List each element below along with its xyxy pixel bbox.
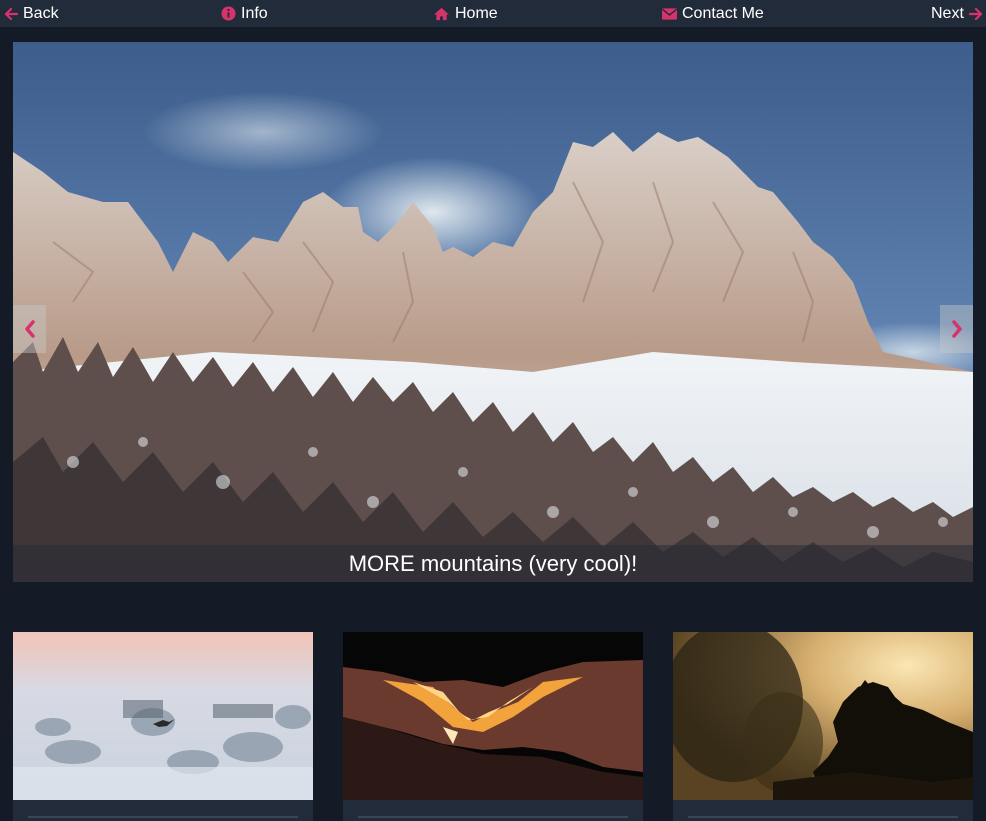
next-label: Next	[931, 4, 964, 22]
arrow-left-icon	[4, 7, 18, 20]
card-divider	[28, 816, 298, 818]
contact-label: Contact Me	[682, 4, 764, 22]
home-label: Home	[455, 4, 498, 22]
carousel: MORE mountains (very cool)!	[13, 42, 973, 582]
home-icon	[434, 7, 449, 20]
info-label: Info	[241, 4, 268, 22]
carousel-caption-text: MORE mountains (very cool)!	[348, 550, 638, 576]
chevron-right-icon	[951, 320, 962, 338]
card-divider	[688, 816, 958, 818]
foggy-forest-image	[13, 632, 313, 800]
gallery-card-canyon[interactable]	[343, 632, 643, 821]
contact-link[interactable]: Contact Me	[662, 0, 764, 27]
arrow-right-icon	[968, 7, 983, 20]
top-navigation: Back Info Home Contact Me Next	[0, 0, 986, 27]
carousel-next-button[interactable]	[940, 305, 973, 353]
gallery-card-lioness[interactable]	[673, 632, 973, 821]
back-label: Back	[23, 4, 59, 22]
mountain-image	[13, 42, 973, 582]
carousel-caption: MORE mountains (very cool)!	[13, 545, 973, 582]
home-link[interactable]: Home	[433, 0, 498, 27]
info-circle-icon	[221, 6, 236, 21]
chevron-left-icon	[24, 320, 35, 338]
canyon-image	[343, 632, 643, 800]
envelope-icon	[662, 7, 677, 20]
gallery-card-foggy-forest[interactable]	[13, 632, 313, 821]
next-link[interactable]: Next	[931, 0, 983, 27]
card-divider	[358, 816, 628, 818]
carousel-prev-button[interactable]	[13, 305, 46, 353]
lioness-silhouette-image	[673, 632, 973, 800]
back-link[interactable]: Back	[4, 0, 59, 27]
info-link[interactable]: Info	[221, 0, 268, 27]
